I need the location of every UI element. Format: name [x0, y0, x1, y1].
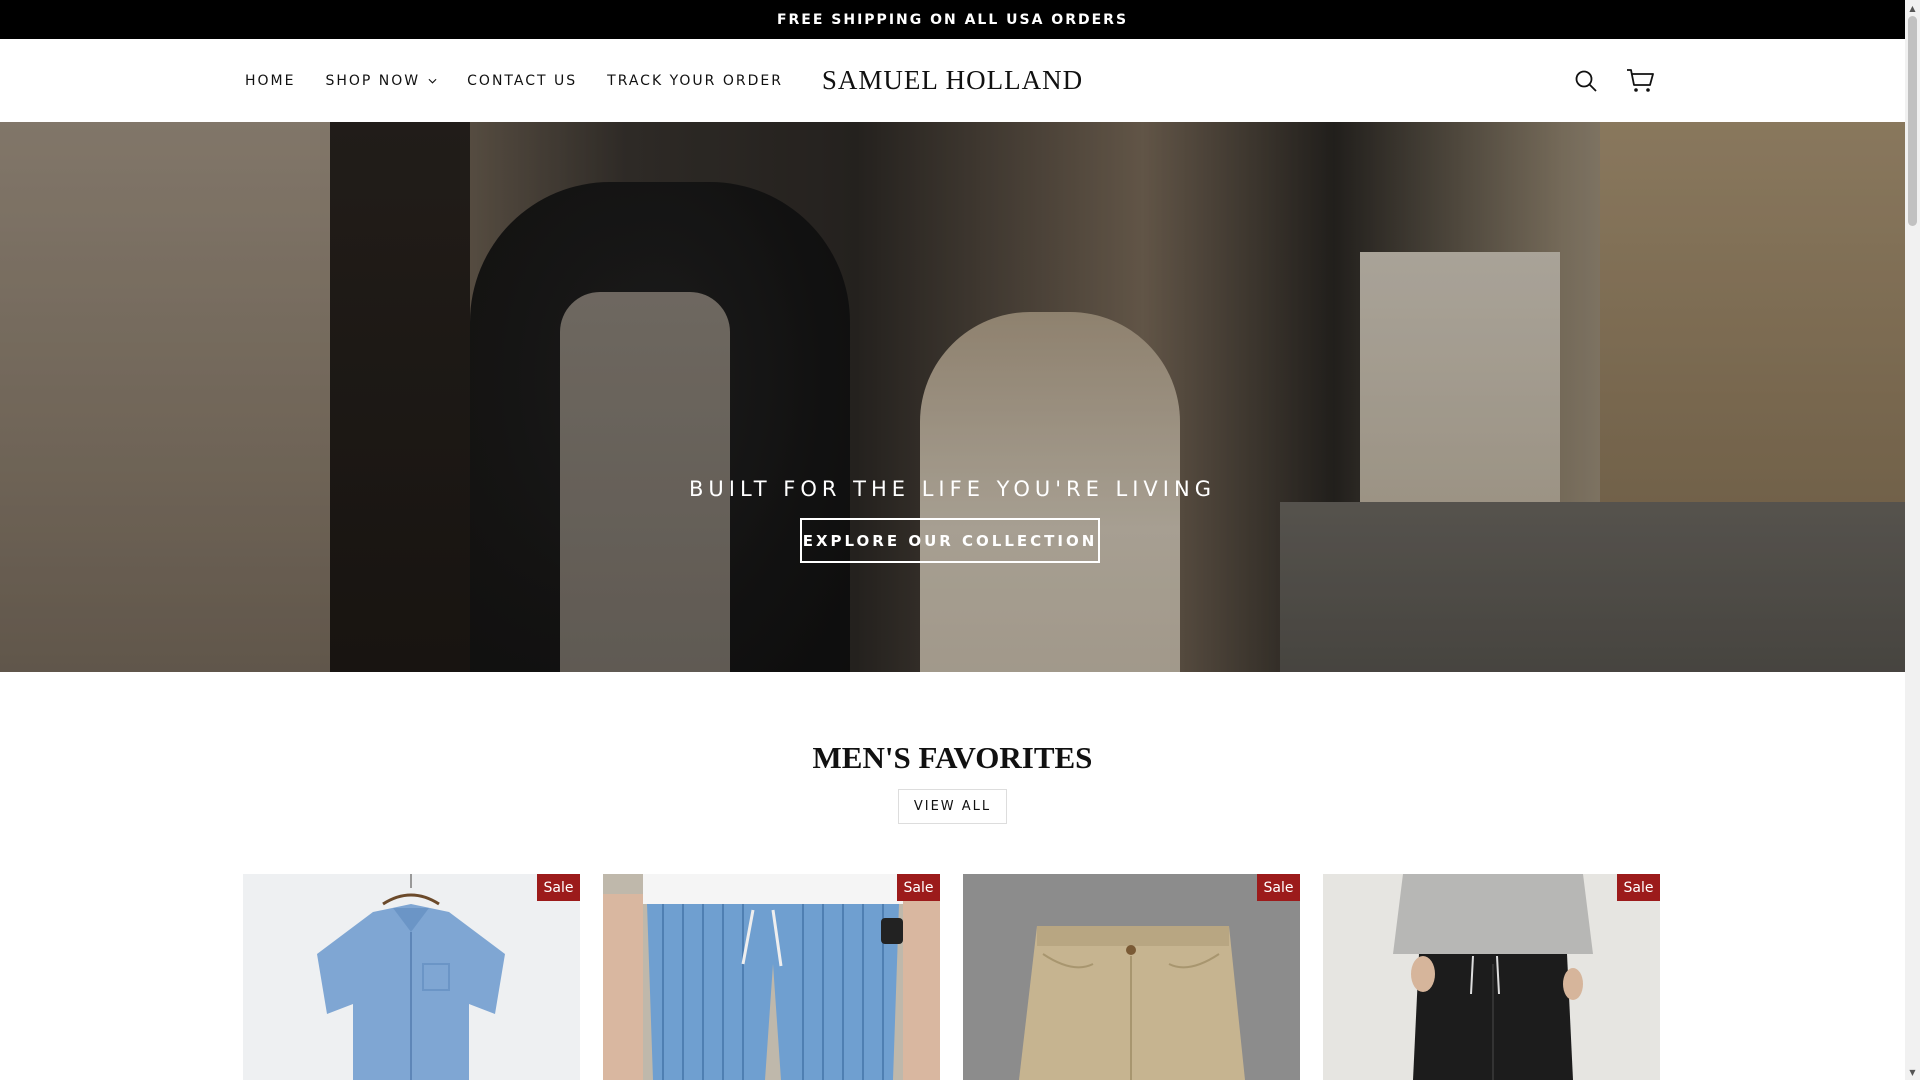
- hero-title: BUILT FOR THE LIFE YOU'RE LIVING: [689, 477, 1216, 501]
- sale-badge: Sale: [897, 874, 940, 901]
- announcement-bar: FREE SHIPPING ON ALL USA ORDERS: [0, 0, 1905, 39]
- scroll-down-arrow-icon[interactable]: ▼: [1908, 1067, 1917, 1077]
- sale-badge: Sale: [1257, 874, 1300, 901]
- sale-badge: Sale: [1617, 874, 1660, 901]
- announcement-text: FREE SHIPPING ON ALL USA ORDERS: [776, 11, 1129, 28]
- view-all-button[interactable]: VIEW ALL: [898, 789, 1007, 824]
- brand-logo[interactable]: SAMUEL HOLLAND: [822, 65, 1083, 96]
- scrollbar-thumb[interactable]: [1908, 16, 1917, 226]
- sale-badge: Sale: [537, 874, 580, 901]
- page-scrollbar[interactable]: ▲ ▼: [1905, 0, 1920, 1080]
- page: FREE SHIPPING ON ALL USA ORDERS HOME SHO…: [0, 0, 1905, 1080]
- section-title: MEN'S FAVORITES: [812, 740, 1093, 775]
- nav-home[interactable]: HOME: [245, 73, 295, 89]
- product-card[interactable]: Sale: [243, 874, 580, 1080]
- product-image-chinos: [963, 874, 1300, 1080]
- hero-overlay: [0, 122, 1905, 672]
- nav-shop-now-label: SHOP NOW: [325, 72, 421, 89]
- product-card[interactable]: Sale: [963, 874, 1300, 1080]
- product-grid: Sale Sale Sale Sale: [243, 874, 1660, 1080]
- explore-collection-button[interactable]: EXPLORE OUR COLLECTION: [800, 518, 1100, 563]
- nav-contact-us-label: CONTACT US: [467, 72, 578, 89]
- nav-home-label: HOME: [245, 72, 296, 89]
- product-image-shorts: [603, 874, 940, 1080]
- search-icon: [1575, 70, 1597, 92]
- scroll-up-arrow-icon[interactable]: ▲: [1908, 3, 1917, 13]
- cart-button[interactable]: [1626, 67, 1654, 95]
- product-image-shirt: [317, 874, 505, 1080]
- header-icons: [1572, 39, 1654, 122]
- product-card[interactable]: Sale: [603, 874, 940, 1080]
- site-header: HOME SHOP NOW CONTACT US TRACK YOUR ORDE…: [0, 39, 1905, 122]
- nav-track-order-label: TRACK YOUR ORDER: [607, 72, 783, 89]
- nav-shop-now[interactable]: SHOP NOW: [325, 73, 437, 89]
- search-button[interactable]: [1572, 67, 1600, 95]
- nav-contact-us[interactable]: CONTACT US: [467, 73, 577, 89]
- main-nav: HOME SHOP NOW CONTACT US TRACK YOUR ORDE…: [245, 39, 783, 122]
- chevron-down-icon: [428, 78, 437, 84]
- nav-track-order[interactable]: TRACK YOUR ORDER: [607, 73, 783, 89]
- product-image-pants: [1323, 874, 1660, 1080]
- hero-banner: BUILT FOR THE LIFE YOU'RE LIVING EXPLORE…: [0, 122, 1905, 672]
- product-card[interactable]: Sale: [1323, 874, 1660, 1080]
- cart-icon: [1627, 68, 1654, 92]
